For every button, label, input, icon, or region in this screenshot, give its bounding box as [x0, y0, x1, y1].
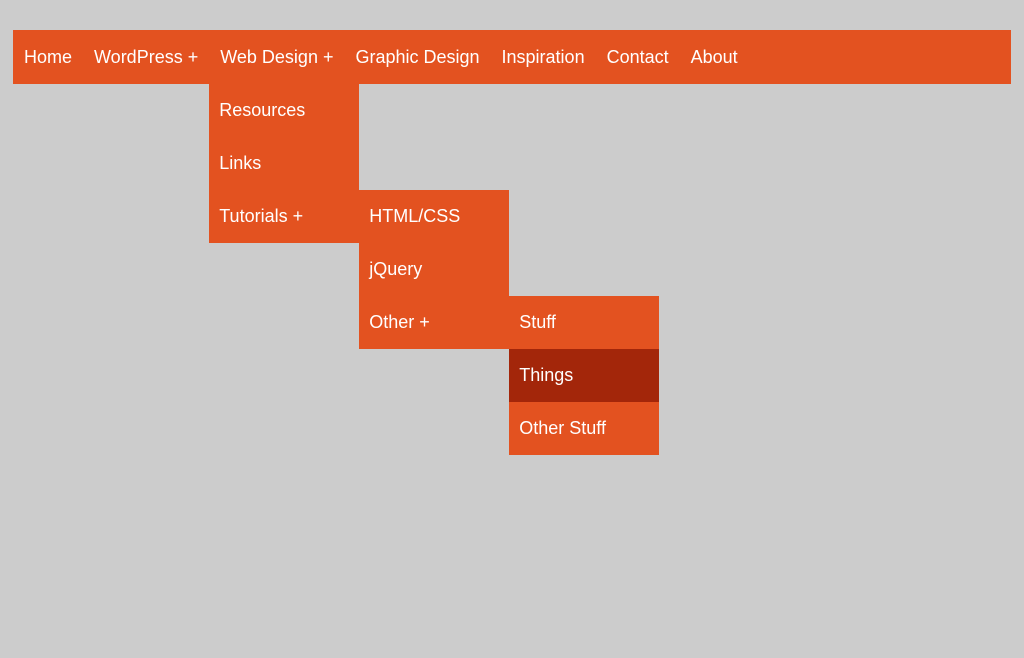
submenu-item-html-css[interactable]: HTML/CSS [359, 190, 509, 243]
submenu-label: Things [519, 365, 573, 386]
submenu-item-things[interactable]: Things [509, 349, 659, 402]
submenu-label: Tutorials [219, 206, 287, 227]
tutorials-submenu: HTML/CSS jQuery Other + Stuff [359, 190, 509, 349]
submenu-item-other-stuff[interactable]: Other Stuff [509, 402, 659, 455]
nav-item-contact[interactable]: Contact [596, 30, 680, 84]
submenu-label: Links [219, 153, 261, 174]
submenu-label: Other [369, 312, 414, 333]
nav-item-graphic-design[interactable]: Graphic Design [344, 30, 490, 84]
submenu-indicator-icon: + [188, 47, 199, 68]
submenu-label: jQuery [369, 259, 422, 280]
nav-label: Web Design [220, 47, 318, 68]
web-design-submenu: Resources Links Tutorials + HTML/CSS jQu… [209, 84, 359, 243]
submenu-label: Stuff [519, 312, 556, 333]
nav-item-home[interactable]: Home [13, 30, 83, 84]
submenu-indicator-icon: + [323, 47, 334, 68]
submenu-item-stuff[interactable]: Stuff [509, 296, 659, 349]
nav-item-about[interactable]: About [680, 30, 749, 84]
nav-label: About [691, 47, 738, 68]
nav-label: Graphic Design [355, 47, 479, 68]
nav-item-inspiration[interactable]: Inspiration [491, 30, 596, 84]
submenu-item-other[interactable]: Other + Stuff Things Other Stuff [359, 296, 509, 349]
submenu-item-tutorials[interactable]: Tutorials + HTML/CSS jQuery Other + [209, 190, 359, 243]
nav-label: Inspiration [502, 47, 585, 68]
nav-label: WordPress [94, 47, 183, 68]
submenu-indicator-icon: + [293, 206, 304, 227]
nav-item-web-design[interactable]: Web Design + Resources Links Tutorials +… [209, 30, 344, 84]
submenu-label: HTML/CSS [369, 206, 460, 227]
submenu-item-links[interactable]: Links [209, 137, 359, 190]
nav-item-wordpress[interactable]: WordPress + [83, 30, 209, 84]
nav-label: Home [24, 47, 72, 68]
submenu-item-resources[interactable]: Resources [209, 84, 359, 137]
submenu-label: Other Stuff [519, 418, 606, 439]
submenu-item-jquery[interactable]: jQuery [359, 243, 509, 296]
main-navbar: Home WordPress + Web Design + Resources … [13, 30, 1011, 84]
submenu-label: Resources [219, 100, 305, 121]
other-submenu: Stuff Things Other Stuff [509, 296, 659, 455]
nav-label: Contact [607, 47, 669, 68]
submenu-indicator-icon: + [419, 312, 430, 333]
